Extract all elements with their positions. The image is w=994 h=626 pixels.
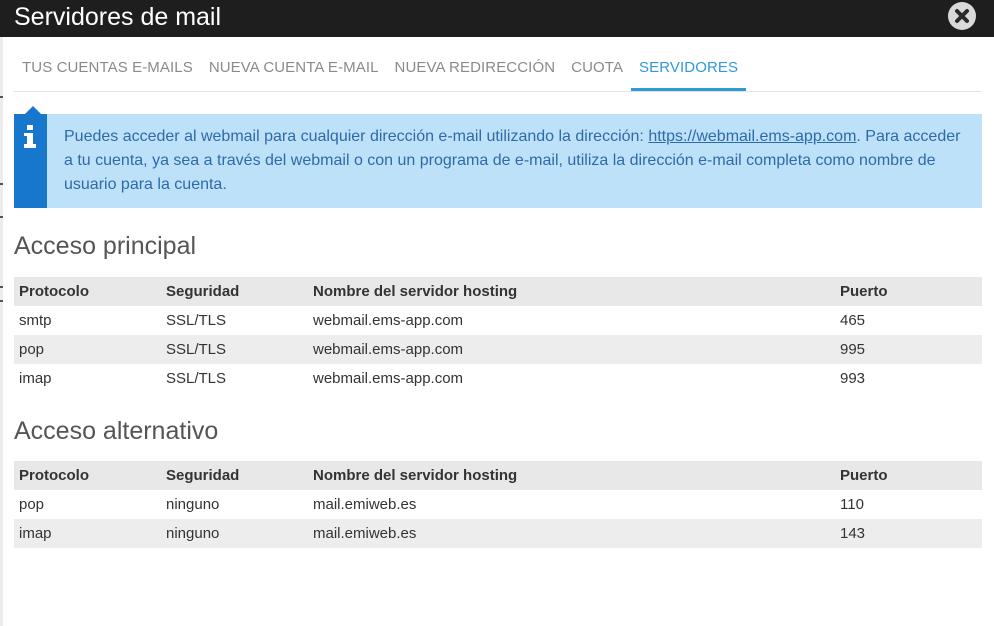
cell-servidor: mail.emiweb.es	[308, 519, 835, 548]
col-header-protocolo: Protocolo	[14, 277, 161, 306]
cell-puerto: 995	[835, 335, 982, 364]
section-title-principal: Acceso principal	[14, 232, 197, 260]
col-header-protocolo: Protocolo	[14, 461, 161, 490]
background-edge-mark	[0, 216, 3, 218]
cell-seguridad: SSL/TLS	[161, 335, 308, 364]
background-edge-mark	[0, 300, 3, 302]
close-icon	[955, 9, 969, 23]
info-text: Puedes acceder al webmail para cualquier…	[64, 125, 969, 197]
table-header-row: Protocolo Seguridad Nombre del servidor …	[14, 461, 982, 490]
table-row: imap SSL/TLS webmail.ems-app.com 993	[14, 364, 982, 393]
col-header-puerto: Puerto	[835, 461, 982, 490]
info-text-before: Puedes acceder al webmail para cualquier…	[64, 128, 649, 145]
cell-seguridad: ninguno	[166, 496, 220, 513]
section-title-alternativo: Acceso alternativo	[14, 417, 219, 445]
cell-servidor: mail.emiweb.es	[313, 496, 417, 513]
tab-nueva-redireccion[interactable]: NUEVA REDIRECCIÓN	[387, 48, 564, 91]
background-edge-mark	[0, 96, 3, 98]
info-bar	[14, 106, 47, 208]
info-box: Puedes acceder al webmail para cualquier…	[14, 106, 982, 208]
cell-protocolo: imap	[19, 370, 52, 387]
cell-servidor: webmail.ems-app.com	[308, 335, 835, 364]
cell-puerto: 993	[840, 370, 866, 387]
tab-cuota[interactable]: CUOTA	[563, 48, 631, 91]
table-row: pop SSL/TLS webmail.ems-app.com 995	[14, 335, 982, 364]
cell-puerto: 465	[840, 312, 866, 329]
cell-servidor: webmail.ems-app.com	[313, 370, 464, 387]
principal-table: Protocolo Seguridad Nombre del servidor …	[14, 277, 982, 393]
tab-servidores[interactable]: SERVIDORES	[631, 48, 747, 91]
col-header-puerto: Puerto	[835, 277, 982, 306]
col-header-seguridad: Seguridad	[161, 461, 308, 490]
col-header-servidor: Nombre del servidor hosting	[308, 461, 835, 490]
tab-bar: TUS CUENTAS E-MAILS NUEVA CUENTA E-MAIL …	[14, 48, 982, 92]
cell-seguridad: SSL/TLS	[166, 370, 227, 387]
info-icon	[24, 125, 36, 148]
col-header-seguridad: Seguridad	[161, 277, 308, 306]
webmail-link[interactable]: https://webmail.ems-app.com	[648, 128, 856, 145]
modal-title: Servidores de mail	[14, 3, 222, 31]
alternativo-table: Protocolo Seguridad Nombre del servidor …	[14, 461, 982, 548]
cell-seguridad: ninguno	[161, 519, 308, 548]
cell-seguridad: SSL/TLS	[166, 312, 227, 329]
tab-nueva-cuenta[interactable]: NUEVA CUENTA E-MAIL	[201, 48, 387, 91]
cell-protocolo: pop	[14, 335, 161, 364]
tab-tus-cuentas[interactable]: TUS CUENTAS E-MAILS	[14, 48, 201, 91]
cell-puerto: 143	[835, 519, 982, 548]
background-edge	[0, 0, 3, 626]
cell-puerto: 110	[840, 496, 864, 513]
info-pointer	[25, 106, 41, 114]
cell-protocolo: imap	[14, 519, 161, 548]
table-header-row: Protocolo Seguridad Nombre del servidor …	[14, 277, 982, 306]
background-edge-mark	[0, 183, 3, 185]
table-row: imap ninguno mail.emiweb.es 143	[14, 519, 982, 548]
cell-servidor: webmail.ems-app.com	[313, 312, 464, 329]
cell-protocolo: pop	[19, 496, 45, 513]
col-header-servidor: Nombre del servidor hosting	[308, 277, 835, 306]
background-edge-mark	[0, 286, 3, 288]
table-row: smtp SSL/TLS webmail.ems-app.com 465	[14, 306, 982, 335]
close-button[interactable]	[948, 2, 976, 30]
table-row: pop ninguno mail.emiweb.es 110	[14, 490, 982, 519]
modal-titlebar: Servidores de mail	[0, 0, 994, 37]
cell-protocolo: smtp	[19, 312, 52, 329]
